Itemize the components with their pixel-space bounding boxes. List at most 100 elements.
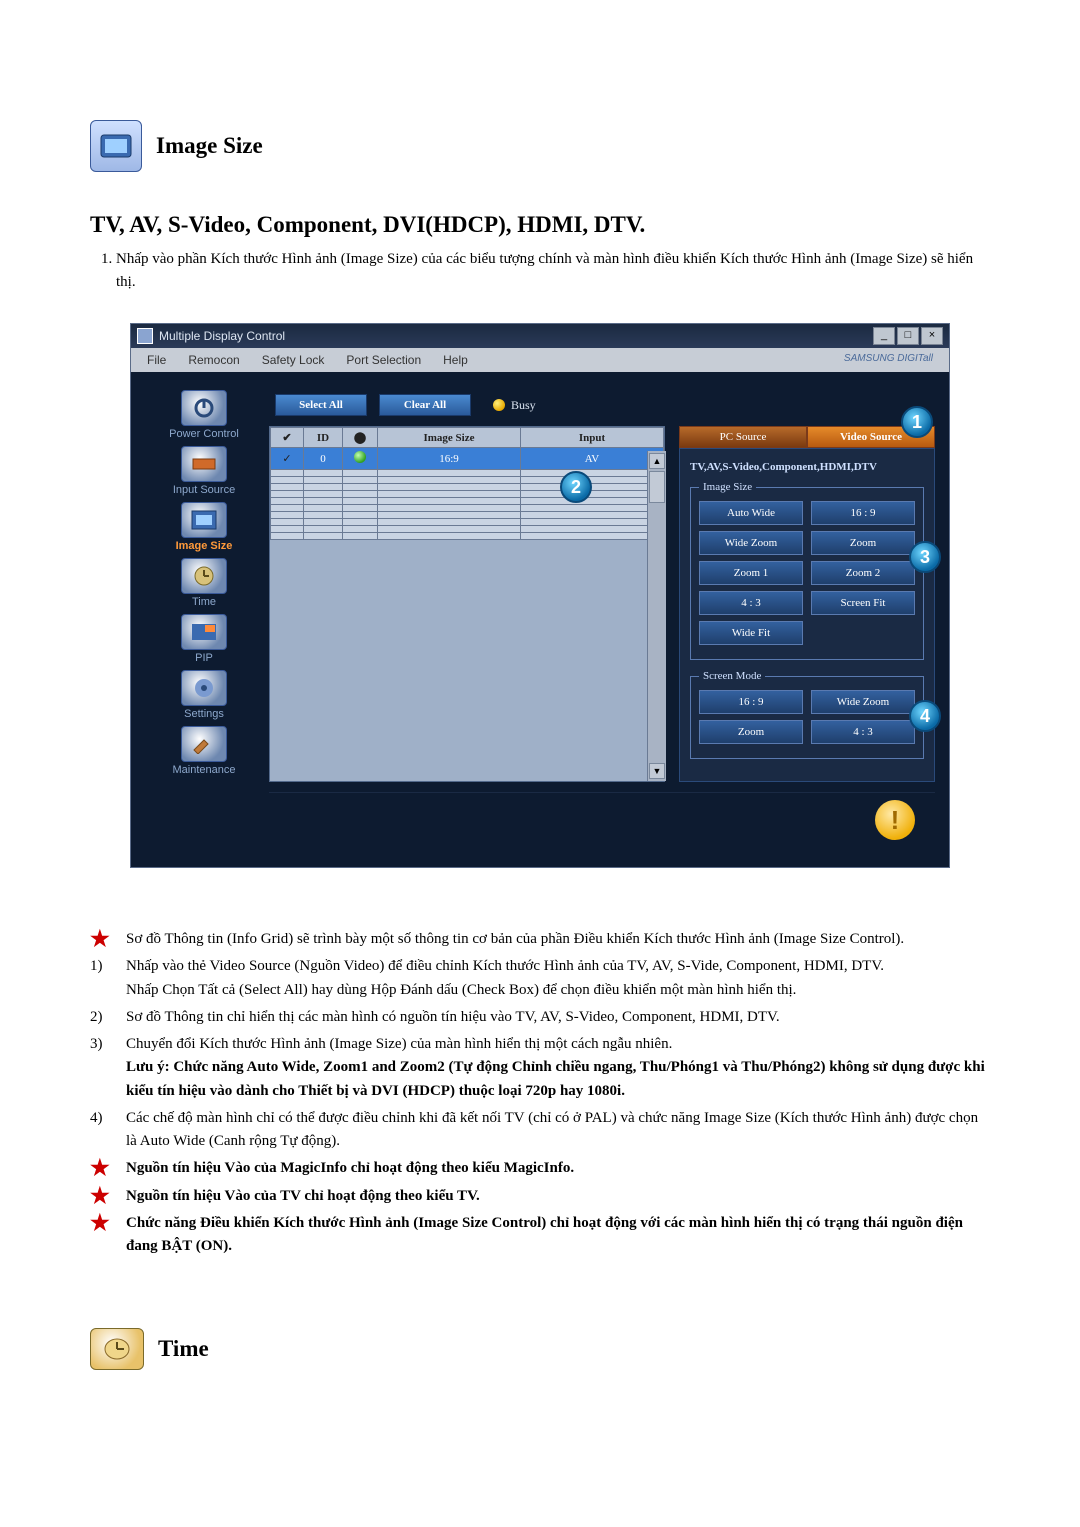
menu-remocon[interactable]: Remocon — [178, 351, 249, 369]
note-1b: Nhấp Chọn Tất cả (Select All) hay dùng H… — [126, 982, 796, 998]
btn-screen-fit[interactable]: Screen Fit — [811, 591, 915, 615]
row-input — [521, 519, 664, 526]
row-id — [304, 505, 343, 512]
tab-pc-source[interactable]: PC Source — [679, 426, 807, 448]
minimize-button[interactable]: _ — [873, 327, 895, 345]
sidebar-item-settings[interactable]: Settings — [145, 670, 263, 720]
notes: ★Sơ đồ Thông tin (Info Grid) sẽ trình bà… — [90, 928, 990, 1258]
btn-zoom1[interactable]: Zoom 1 — [699, 561, 803, 585]
row-checkbox[interactable] — [271, 484, 304, 491]
table-row[interactable] — [271, 519, 664, 526]
btn-wide-fit[interactable]: Wide Fit — [699, 621, 803, 645]
row-status — [343, 448, 378, 470]
star-icon: ★ — [90, 1157, 116, 1179]
row-image-size — [378, 498, 521, 505]
row-checkbox[interactable] — [271, 470, 304, 477]
time-icon — [181, 558, 227, 594]
toolbar: Select All Clear All Busy — [269, 390, 935, 426]
busy-icon — [493, 399, 505, 411]
table-row[interactable]: 016:9AV — [271, 448, 664, 470]
sidebar-item-image-size[interactable]: Image Size — [145, 502, 263, 552]
sm-4-3[interactable]: 4 : 3 — [811, 720, 915, 744]
sidebar-item-time[interactable]: Time — [145, 558, 263, 608]
time-icon — [90, 1328, 144, 1370]
row-status — [343, 498, 378, 505]
menu-port-selection[interactable]: Port Selection — [336, 351, 431, 369]
row-checkbox[interactable] — [271, 512, 304, 519]
row-checkbox[interactable] — [271, 498, 304, 505]
close-button[interactable]: × — [921, 327, 943, 345]
maximize-button[interactable]: □ — [897, 327, 919, 345]
btn-4-3[interactable]: 4 : 3 — [699, 591, 803, 615]
image-size-icon — [90, 120, 142, 172]
row-checkbox[interactable] — [271, 533, 304, 540]
image-size-icon — [181, 502, 227, 538]
row-checkbox[interactable] — [271, 519, 304, 526]
sidebar-item-label: Input Source — [173, 484, 235, 496]
table-row[interactable] — [271, 470, 664, 477]
info-grid: ✔ ID ⬤ Image Size Input 016:9AV — [269, 426, 665, 782]
sidebar-item-maintenance[interactable]: Maintenance — [145, 726, 263, 776]
window-title: Multiple Display Control — [159, 329, 285, 343]
row-input — [521, 491, 664, 498]
callout-2: 2 — [560, 471, 592, 503]
btn-zoom[interactable]: Zoom — [811, 531, 915, 555]
btn-16-9[interactable]: 16 : 9 — [811, 501, 915, 525]
menu-safety-lock[interactable]: Safety Lock — [252, 351, 335, 369]
scroll-up-icon[interactable]: ▲ — [649, 453, 665, 469]
row-input — [521, 498, 664, 505]
row-input — [521, 477, 664, 484]
row-checkbox[interactable] — [271, 526, 304, 533]
num-3: 3) — [90, 1033, 116, 1056]
row-input — [521, 533, 664, 540]
sm-zoom[interactable]: Zoom — [699, 720, 803, 744]
sm-wide-zoom[interactable]: Wide Zoom — [811, 690, 915, 714]
row-id — [304, 526, 343, 533]
fieldset-image-size: Image Size Auto Wide 16 : 9 Wide Zoom Zo… — [690, 481, 924, 660]
btn-wide-zoom[interactable]: Wide Zoom — [699, 531, 803, 555]
sidebar-item-input-source[interactable]: Input Source — [145, 446, 263, 496]
scroll-down-icon[interactable]: ▼ — [649, 763, 665, 779]
btn-zoom2[interactable]: Zoom 2 — [811, 561, 915, 585]
menu-help[interactable]: Help — [433, 351, 478, 369]
table-row[interactable] — [271, 526, 664, 533]
table-row[interactable] — [271, 477, 664, 484]
row-status — [343, 491, 378, 498]
row-checkbox[interactable] — [271, 505, 304, 512]
legend-image-size: Image Size — [699, 481, 756, 493]
input-icon — [181, 446, 227, 482]
legend-screen-mode: Screen Mode — [699, 670, 765, 682]
grid-scrollbar[interactable]: ▲ ▼ — [647, 451, 666, 781]
clear-all-button[interactable]: Clear All — [379, 394, 471, 416]
table-row[interactable] — [271, 505, 664, 512]
select-all-button[interactable]: Select All — [275, 394, 367, 416]
sidebar-item-power-control[interactable]: Power Control — [145, 390, 263, 440]
row-input — [521, 512, 664, 519]
star-icon: ★ — [90, 1185, 116, 1207]
row-image-size — [378, 505, 521, 512]
scroll-thumb[interactable] — [649, 471, 665, 503]
note-2: Sơ đồ Thông tin chỉ hiển thị các màn hìn… — [126, 1006, 780, 1029]
app-icon — [137, 328, 153, 344]
table-row[interactable] — [271, 484, 664, 491]
row-checkbox[interactable] — [271, 491, 304, 498]
sm-16-9[interactable]: 16 : 9 — [699, 690, 803, 714]
sidebar-item-pip[interactable]: PIP — [145, 614, 263, 664]
btn-auto-wide[interactable]: Auto Wide — [699, 501, 803, 525]
section-title-time: Time — [158, 1336, 209, 1362]
warning-icon: ! — [875, 800, 915, 840]
menu-file[interactable]: File — [137, 351, 176, 369]
table-row[interactable] — [271, 512, 664, 519]
row-id — [304, 484, 343, 491]
section-subtitle: TV, AV, S-Video, Component, DVI(HDCP), H… — [90, 212, 990, 238]
table-row[interactable] — [271, 491, 664, 498]
row-image-size — [378, 491, 521, 498]
table-row[interactable] — [271, 498, 664, 505]
row-id — [304, 498, 343, 505]
row-status — [343, 512, 378, 519]
row-checkbox[interactable] — [271, 477, 304, 484]
table-row[interactable] — [271, 533, 664, 540]
row-input — [521, 470, 664, 477]
row-checkbox[interactable] — [271, 448, 304, 470]
col-id: ID — [304, 428, 343, 448]
